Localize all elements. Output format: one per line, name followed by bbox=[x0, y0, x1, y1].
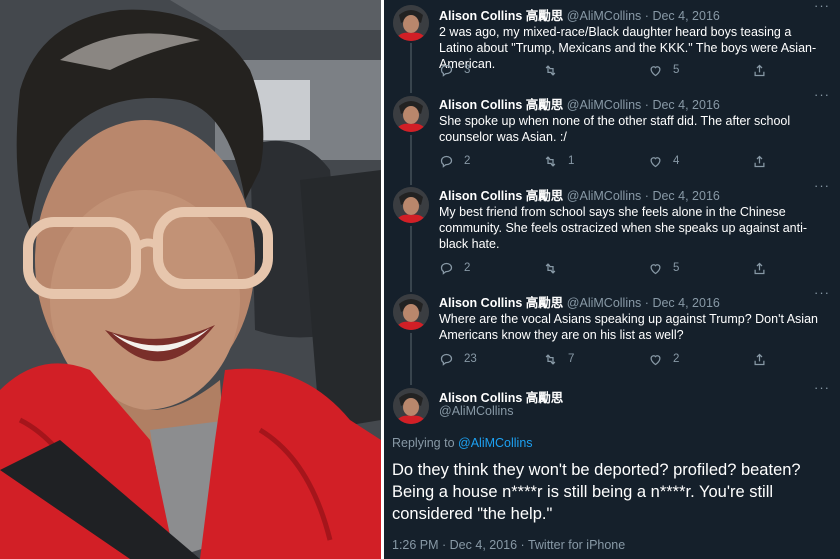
tweet[interactable]: Alison Collins 高勵思 @AliMCollins · Dec 4,… bbox=[384, 286, 840, 374]
avatar[interactable] bbox=[393, 96, 429, 132]
like-button[interactable]: 4 bbox=[648, 152, 679, 170]
retweet-count: 1 bbox=[568, 155, 575, 167]
share-icon bbox=[754, 353, 765, 365]
reply-icon bbox=[440, 262, 453, 275]
author-name[interactable]: Alison Collins 高勵思 bbox=[439, 98, 563, 112]
share-button[interactable] bbox=[752, 152, 767, 170]
more-icon[interactable]: ··· bbox=[814, 179, 830, 195]
like-button[interactable]: 2 bbox=[648, 350, 679, 368]
avatar[interactable] bbox=[393, 5, 429, 41]
reply-button[interactable]: 3 bbox=[439, 61, 470, 79]
like-count: 4 bbox=[673, 155, 680, 167]
like-button[interactable]: 5 bbox=[648, 61, 679, 79]
like-count: 5 bbox=[673, 64, 680, 76]
retweet-button[interactable]: 1 bbox=[543, 152, 574, 170]
reply-icon bbox=[440, 155, 453, 168]
tweet-date[interactable]: Dec 4, 2016 bbox=[652, 189, 719, 203]
like-count: 2 bbox=[673, 353, 680, 365]
main-tweet-text: Do they think they won't be deported? pr… bbox=[392, 461, 801, 523]
reply-icon bbox=[440, 353, 453, 366]
tweet-actions: 23 7 2 bbox=[439, 350, 819, 368]
tweet[interactable]: Alison Collins 高勵思 @AliMCollins · Dec 4,… bbox=[384, 179, 840, 287]
retweet-button[interactable] bbox=[543, 61, 568, 79]
share-button[interactable] bbox=[752, 61, 767, 79]
replying-to: Replying to @AliMCollins bbox=[392, 436, 533, 450]
reply-count: 2 bbox=[464, 155, 471, 167]
retweet-icon bbox=[545, 262, 556, 274]
like-icon bbox=[650, 263, 661, 274]
tweet-date[interactable]: Dec 4, 2016 bbox=[652, 296, 719, 310]
author-name[interactable]: Alison Collins 高勵思 bbox=[439, 189, 563, 203]
share-icon bbox=[754, 262, 765, 274]
share-button[interactable] bbox=[752, 350, 767, 368]
tweet-header: Alison Collins 高勵思 @AliMCollins · Dec 4,… bbox=[439, 294, 720, 312]
share-icon bbox=[754, 155, 765, 167]
separator: · bbox=[644, 9, 649, 23]
author-name[interactable]: Alison Collins 高勵思 bbox=[439, 296, 563, 310]
like-icon bbox=[650, 65, 661, 76]
tweet[interactable]: Alison Collins 高勵思 @AliMCollins · Dec 4,… bbox=[384, 88, 840, 182]
separator: · bbox=[644, 98, 649, 112]
avatar[interactable] bbox=[393, 187, 429, 223]
author-handle[interactable]: @AliMCollins bbox=[567, 189, 642, 203]
reply-button[interactable]: 2 bbox=[439, 259, 470, 277]
tweet-header: Alison Collins 高勵思 @AliMCollins · Dec 4,… bbox=[439, 96, 720, 114]
more-icon[interactable]: ··· bbox=[814, 88, 830, 104]
tweet-text: My best friend from school says she feel… bbox=[439, 205, 808, 251]
tweet-actions: 2 5 bbox=[439, 259, 819, 277]
photo bbox=[0, 0, 381, 559]
more-icon[interactable]: ··· bbox=[814, 0, 830, 15]
reply-count: 2 bbox=[464, 262, 471, 274]
retweet-count: 7 bbox=[568, 353, 575, 365]
like-icon bbox=[650, 156, 661, 167]
like-count: 5 bbox=[673, 262, 680, 274]
like-button[interactable]: 5 bbox=[648, 259, 679, 277]
reply-count: 3 bbox=[464, 64, 471, 76]
tweet-text: Where are the vocal Asians speaking up a… bbox=[439, 312, 818, 342]
tweet-actions: 2 1 4 bbox=[439, 152, 819, 170]
author-name[interactable]: Alison Collins 高勵思 bbox=[439, 9, 563, 23]
separator: · bbox=[644, 189, 649, 203]
tweet-header: Alison Collins 高勵思 @AliMCollins · Dec 4,… bbox=[439, 187, 720, 205]
like-icon bbox=[650, 354, 661, 365]
author-handle[interactable]: @AliMCollins bbox=[567, 296, 642, 310]
reply-count: 23 bbox=[464, 353, 477, 365]
reply-button[interactable]: 2 bbox=[439, 152, 470, 170]
retweet-icon bbox=[545, 64, 556, 76]
more-icon[interactable]: ··· bbox=[814, 381, 830, 397]
avatar[interactable] bbox=[393, 388, 429, 424]
tweet-actions: 3 5 bbox=[439, 61, 819, 79]
share-button[interactable] bbox=[752, 259, 767, 277]
replying-to-label: Replying to bbox=[392, 436, 459, 450]
retweet-icon bbox=[545, 353, 556, 365]
author-handle[interactable]: @AliMCollins bbox=[439, 404, 514, 418]
tweet-date[interactable]: Dec 4, 2016 bbox=[652, 9, 719, 23]
tweet-date[interactable]: Dec 4, 2016 bbox=[652, 98, 719, 112]
avatar[interactable] bbox=[393, 294, 429, 330]
author-handle[interactable]: @AliMCollins bbox=[567, 9, 642, 23]
tweet[interactable]: Alison Collins 高勵思 @AliMCollins · Dec 4,… bbox=[384, 0, 840, 90]
tweet-thread: Alison Collins 高勵思 @AliMCollins · Dec 4,… bbox=[384, 0, 840, 559]
more-icon[interactable]: ··· bbox=[814, 286, 830, 302]
reply-icon bbox=[440, 64, 453, 77]
separator: · bbox=[644, 296, 649, 310]
author-handle[interactable]: @AliMCollins bbox=[567, 98, 642, 112]
reply-button[interactable]: 23 bbox=[439, 350, 477, 368]
portrait-illustration bbox=[0, 0, 381, 559]
retweet-button[interactable]: 7 bbox=[543, 350, 574, 368]
tweet-header: Alison Collins 高勵思 @AliMCollins · Dec 4,… bbox=[439, 7, 720, 25]
reply-mention-link[interactable]: @AliMCollins bbox=[458, 436, 533, 450]
tweet-timestamp[interactable]: 1:26 PM · Dec 4, 2016 · Twitter for iPho… bbox=[392, 538, 625, 552]
retweet-icon bbox=[545, 155, 556, 167]
tweet-text: She spoke up when none of the other staf… bbox=[439, 114, 791, 144]
retweet-button[interactable] bbox=[543, 259, 568, 277]
share-icon bbox=[754, 64, 765, 76]
